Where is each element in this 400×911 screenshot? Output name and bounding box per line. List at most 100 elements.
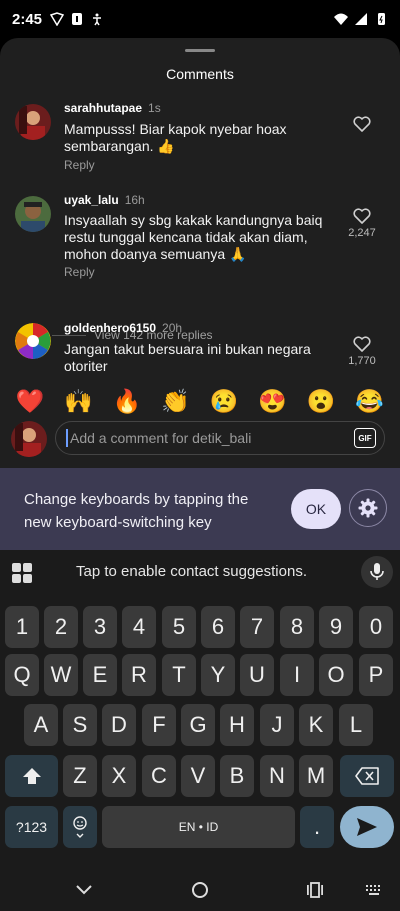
- key-g[interactable]: G: [181, 704, 215, 746]
- emoji-smile-icon: [73, 816, 87, 838]
- like-count: 2,247: [348, 227, 376, 239]
- key-w[interactable]: W: [44, 654, 78, 696]
- key-z[interactable]: Z: [63, 755, 97, 797]
- emoji-button[interactable]: 🔥: [113, 388, 142, 415]
- key-5[interactable]: 5: [162, 606, 196, 648]
- emoji-button[interactable]: 😂: [355, 388, 384, 415]
- comment-time: 16h: [124, 193, 145, 207]
- period-key[interactable]: .: [300, 806, 334, 848]
- key-s[interactable]: S: [63, 704, 97, 746]
- key-r[interactable]: R: [122, 654, 156, 696]
- keyboard: Tap to enable contact suggestions. 1 2 3…: [0, 550, 400, 870]
- key-u[interactable]: U: [240, 654, 274, 696]
- key-x[interactable]: X: [102, 755, 136, 797]
- settings-button[interactable]: [349, 489, 387, 527]
- apps-grid-icon[interactable]: [12, 563, 32, 583]
- recents-button[interactable]: [303, 878, 327, 902]
- emoji-quick-bar: ❤️ 🙌 🔥 👏 😢 😍 😮 😂: [0, 381, 400, 421]
- keyboard-switch-banner: Change keyboards by tapping the new keyb…: [0, 468, 400, 550]
- like-count: 1,770: [348, 355, 376, 367]
- key-j[interactable]: J: [260, 704, 294, 746]
- key-8[interactable]: 8: [280, 606, 314, 648]
- key-m[interactable]: M: [299, 755, 333, 797]
- shift-key[interactable]: [5, 755, 58, 797]
- voice-input-button[interactable]: [361, 556, 393, 588]
- key-a[interactable]: A: [24, 704, 58, 746]
- comment-input[interactable]: Add a comment for detik_bali GIF: [55, 421, 385, 455]
- key-v[interactable]: V: [181, 755, 215, 797]
- key-3[interactable]: 3: [83, 606, 117, 648]
- heart-icon: [353, 208, 371, 224]
- key-n[interactable]: N: [260, 755, 294, 797]
- chevron-down-icon: [76, 885, 92, 895]
- comment-text: Insyaallah sy sbg kakak kandungnya baiq …: [64, 212, 323, 262]
- key-0[interactable]: 0: [359, 606, 393, 648]
- avatar[interactable]: [15, 104, 51, 140]
- hide-keyboard-button[interactable]: [72, 878, 96, 902]
- wifi-icon: [334, 13, 348, 25]
- key-f[interactable]: F: [142, 704, 176, 746]
- key-i[interactable]: I: [280, 654, 314, 696]
- key-7[interactable]: 7: [240, 606, 274, 648]
- emoji-button[interactable]: 😍: [258, 388, 287, 415]
- key-l[interactable]: L: [339, 704, 373, 746]
- comment-input-row: Add a comment for detik_bali GIF: [0, 420, 400, 464]
- emoji-button[interactable]: ❤️: [16, 388, 45, 415]
- avatar[interactable]: [15, 196, 51, 232]
- key-c[interactable]: C: [142, 755, 176, 797]
- key-4[interactable]: 4: [122, 606, 156, 648]
- gif-button[interactable]: GIF: [354, 428, 376, 448]
- banner-text: Change keyboards by tapping the new keyb…: [24, 491, 249, 531]
- key-t[interactable]: T: [162, 654, 196, 696]
- key-6[interactable]: 6: [201, 606, 235, 648]
- send-icon: [357, 818, 377, 836]
- like-button[interactable]: [342, 116, 382, 135]
- space-key[interactable]: EN • ID: [102, 806, 295, 848]
- symbols-key[interactable]: ?123: [5, 806, 58, 848]
- avatar[interactable]: [15, 323, 51, 359]
- key-o[interactable]: O: [319, 654, 353, 696]
- status-time: 2:45: [12, 10, 43, 28]
- comment-time: 1s: [148, 101, 161, 115]
- emoji-button[interactable]: 😢: [210, 388, 239, 415]
- status-bar: 2:45: [0, 0, 400, 38]
- ok-button[interactable]: OK: [291, 489, 341, 529]
- key-p[interactable]: P: [359, 654, 393, 696]
- key-d[interactable]: D: [102, 704, 136, 746]
- sheet-title: Comments: [166, 66, 234, 82]
- key-1[interactable]: 1: [5, 606, 39, 648]
- signal-icon: [355, 13, 367, 25]
- shift-icon: [22, 768, 41, 784]
- emoji-button[interactable]: 🙌: [64, 388, 93, 415]
- send-key[interactable]: [340, 806, 394, 848]
- key-9[interactable]: 9: [319, 606, 353, 648]
- key-b[interactable]: B: [220, 755, 254, 797]
- key-q[interactable]: Q: [5, 654, 39, 696]
- reply-button[interactable]: Reply: [64, 158, 95, 172]
- emoji-key[interactable]: [63, 806, 97, 848]
- battery-icon: [378, 13, 385, 25]
- comment-username[interactable]: sarahhutapae 1s: [64, 101, 161, 115]
- emoji-button[interactable]: 😮: [307, 388, 336, 415]
- notification-icon: [72, 13, 83, 25]
- drag-handle[interactable]: [185, 49, 215, 52]
- key-y[interactable]: Y: [201, 654, 235, 696]
- comment-username[interactable]: goldenhero6150 20h: [64, 321, 182, 335]
- keyboard-switch-button[interactable]: [362, 878, 386, 902]
- backspace-key[interactable]: [340, 755, 394, 797]
- emoji-button[interactable]: 👏: [161, 388, 190, 415]
- like-button[interactable]: 1,770: [342, 336, 382, 367]
- key-h[interactable]: H: [220, 704, 254, 746]
- microphone-icon: [370, 563, 384, 580]
- reply-button[interactable]: Reply: [64, 265, 95, 279]
- comment-text: Jangan takut bersuara ini bukan negara o…: [64, 341, 311, 374]
- home-button[interactable]: [188, 878, 212, 902]
- key-e[interactable]: E: [83, 654, 117, 696]
- key-2[interactable]: 2: [44, 606, 78, 648]
- accessibility-icon: [93, 13, 102, 26]
- vpn-icon: [50, 12, 65, 26]
- like-button[interactable]: 2,247: [342, 208, 382, 239]
- suggestion-text[interactable]: Tap to enable contact suggestions.: [76, 563, 307, 580]
- comment-username[interactable]: uyak_lalu 16h: [64, 193, 145, 207]
- key-k[interactable]: K: [299, 704, 333, 746]
